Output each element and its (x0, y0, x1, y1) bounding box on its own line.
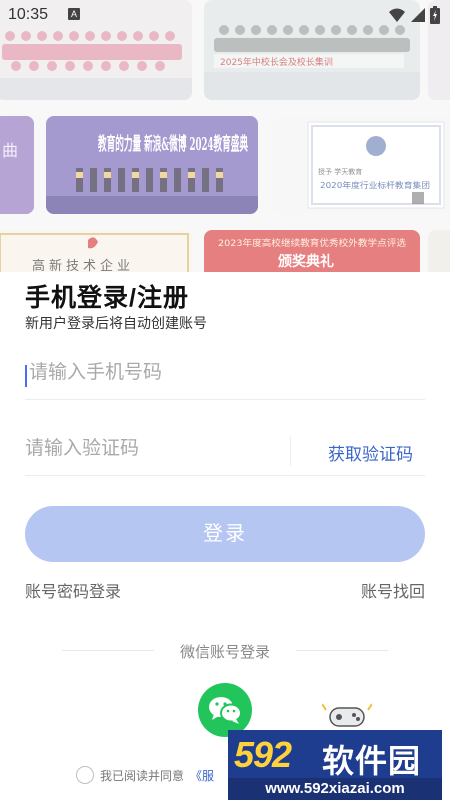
banner-caption: 颁奖典礼 (278, 253, 334, 270)
page-title: 手机登录/注册 (25, 284, 189, 312)
status-indicators (388, 6, 440, 24)
battery-icon (430, 6, 440, 24)
code-field: 获取验证码 (25, 428, 425, 476)
wechat-icon (209, 697, 242, 724)
status-time: 10:35 (8, 6, 49, 23)
banner-caption: 2023年度高校继续教育优秀校外教学点评选 (218, 237, 406, 249)
status-bar: 10:35 A (0, 0, 450, 30)
phone-field (25, 352, 425, 400)
get-code-button[interactable]: 获取验证码 (328, 440, 413, 465)
banner-photo: 授予 学天教育 2020年度行业标杆教育集团 (272, 116, 450, 214)
watermark-name: 软件园 (322, 743, 422, 779)
certificate-image: 授予 学天教育 2020年度行业标杆教育集团 (272, 116, 450, 214)
banner-caption: 2025年中校长会及校长集训 (220, 56, 333, 68)
svg-text:授予 学天教育: 授予 学天教育 (318, 167, 362, 176)
verification-code-input[interactable] (25, 438, 285, 460)
recover-account-link[interactable]: 账号找回 (361, 578, 425, 602)
banner-caption: 2020年度行业标杆教育集团 (320, 180, 430, 190)
agreement-text: 我已阅读并同意 (100, 768, 185, 783)
third-party-login-label: 微信账号登录 (179, 644, 270, 661)
banner-caption: 高新技术企业 (32, 258, 134, 272)
award-banner-image: 2023年度高校继续教育优秀校外教学点评选 颁奖典礼 (204, 230, 420, 272)
banner-collage: 2025年中校长会及校长集训 曲 教育的力量 新浪&微博 2024教育盛典 授予… (0, 0, 450, 272)
agreement-checkbox[interactable] (76, 766, 94, 784)
banner-photo (428, 230, 450, 272)
agreement-link[interactable]: 《服 (190, 767, 214, 784)
certificate-image: 高新技术企业 (0, 230, 192, 272)
banner-photo: 曲 (0, 116, 34, 214)
agreement-row: 我已阅读并同意 《服 (76, 766, 214, 784)
password-login-link[interactable]: 账号密码登录 (25, 578, 121, 602)
page-subtitle: 新用户登录后将自动创建账号 (25, 315, 207, 331)
watermark-logo: 592 软件园 www.592xiazai.com (228, 730, 442, 800)
notification-a-icon: A (68, 8, 80, 20)
banner-photo: 2023年度高校继续教育优秀校外教学点评选 颁奖典礼 (204, 230, 420, 272)
phone-input[interactable] (25, 362, 285, 384)
wechat-login-button[interactable] (198, 683, 252, 737)
banner-photo: 高新技术企业 (0, 230, 192, 272)
watermark-url: www.592xiazai.com (228, 778, 442, 800)
svg-text:曲: 曲 (2, 141, 18, 160)
login-button[interactable]: 登录 (25, 506, 425, 562)
banner-caption: 教育的力量 新浪&微博 2024教育盛典 (98, 133, 248, 155)
poster-image: 曲 (0, 116, 34, 214)
divider-right (296, 650, 388, 651)
wifi-icon (389, 8, 405, 22)
watermark-number: 592 (234, 734, 292, 775)
award-stage-image: 教育的力量 新浪&微博 2024教育盛典 (46, 116, 258, 214)
banner-photo: 教育的力量 新浪&微博 2024教育盛典 (46, 116, 258, 214)
field-divider (290, 436, 291, 466)
signal-icon (411, 8, 425, 22)
